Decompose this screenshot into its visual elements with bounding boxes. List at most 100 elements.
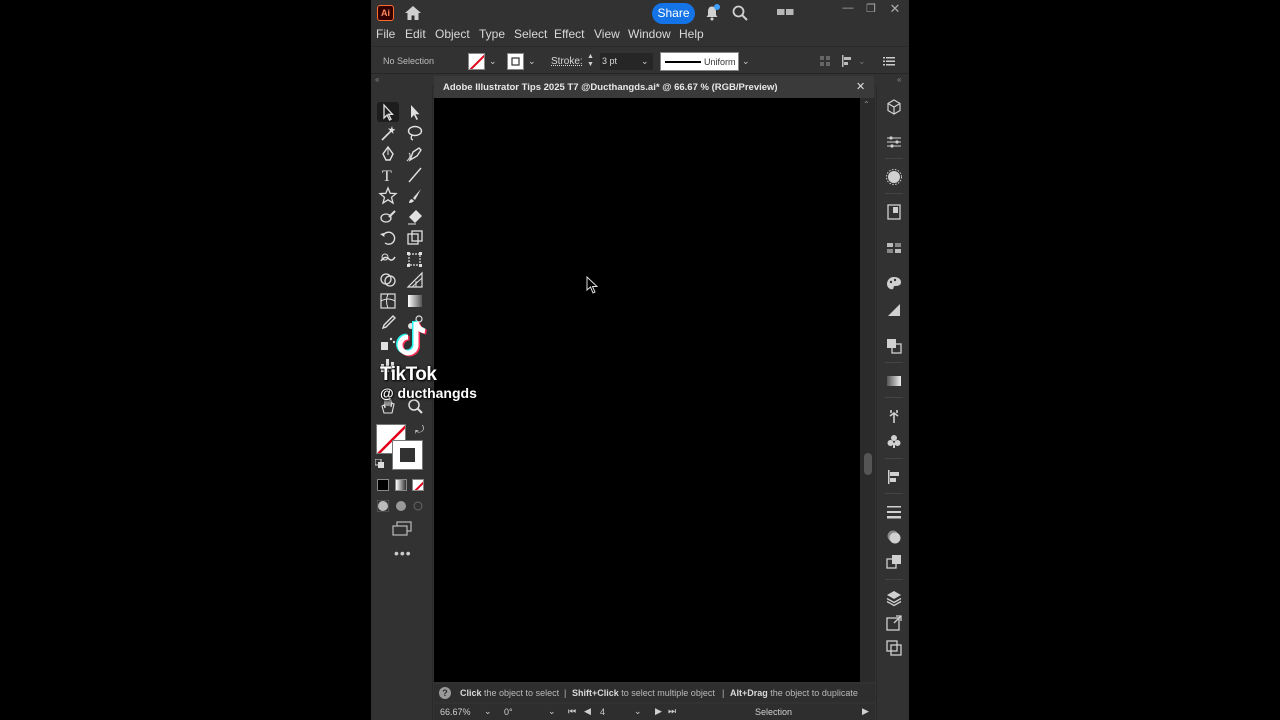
swap-colors-icon[interactable]: ⤾ [415,424,424,437]
export-icon[interactable] [885,614,903,632]
close-document-icon[interactable]: ✕ [856,80,865,93]
align-panel-icon[interactable] [885,468,903,486]
menu-edit[interactable]: Edit [405,27,426,41]
workspace-icon[interactable] [777,8,794,17]
stroke-dropdown-icon[interactable]: ⌄ [528,56,536,67]
align-dropdown-icon[interactable]: ⌄ [858,56,866,67]
last-artboard-icon[interactable]: ⏭ [668,706,676,717]
magic-wand-tool-icon[interactable] [377,123,399,143]
grid-icon[interactable] [819,55,831,67]
puppet-warp-icon[interactable] [885,407,903,425]
menu-view[interactable]: View [594,27,620,41]
help-icon[interactable]: ? [439,687,451,699]
color-guide-icon[interactable] [885,275,903,293]
gradient-tool-icon[interactable] [404,291,426,311]
symbols-icon[interactable] [885,432,903,450]
share-button[interactable]: Share [652,3,695,24]
document-tab[interactable]: Adobe Illustrator Tips 2025 T7 @Ducthang… [434,76,874,98]
stroke-color-box[interactable] [392,440,423,470]
collapse-right-icon[interactable]: « [897,75,901,84]
profile-dropdown-icon[interactable]: ⌄ [742,56,750,67]
3d-materials-icon[interactable] [885,98,903,116]
zoom-dropdown-icon[interactable]: ⌄ [484,706,492,717]
status-menu-icon[interactable]: ▶ [862,706,869,717]
previous-artboard-icon[interactable]: ◀ [584,706,591,717]
artboard-canvas[interactable] [434,98,860,682]
curvature-tool-icon[interactable] [404,144,426,164]
eraser-tool-icon[interactable] [404,207,426,227]
align-icon[interactable] [841,55,853,67]
first-artboard-icon[interactable]: ⏮ [568,706,576,717]
draw-inside-icon[interactable] [412,500,424,512]
tiktok-handle: @ ducthangds [380,385,477,401]
menu-object[interactable]: Object [435,27,470,41]
stroke-weight-dropdown-icon[interactable]: ⌄ [641,56,649,67]
direct-selection-tool-icon[interactable] [404,102,426,122]
selection-tool-icon[interactable] [377,102,399,122]
rotation-dropdown-icon[interactable]: ⌄ [548,706,556,717]
fill-swatch[interactable] [468,53,485,70]
line-tool-icon[interactable] [404,165,426,185]
stroke-spinner-icon[interactable]: ▲ ▼ [586,53,595,70]
home-icon[interactable] [404,5,422,21]
gradient-panel-icon[interactable] [885,301,903,319]
menu-effect[interactable]: Effect [554,27,584,41]
free-transform-tool-icon[interactable] [404,249,426,269]
close-icon[interactable]: ✕ [888,1,902,16]
menu-window[interactable]: Window [628,27,671,41]
lasso-tool-icon[interactable] [404,123,426,143]
artboards-icon[interactable] [885,639,903,657]
appearance-icon[interactable] [885,528,903,546]
search-icon[interactable] [732,5,748,21]
properties-icon[interactable] [885,133,903,151]
scroll-up-icon[interactable]: ⌃ [863,100,870,109]
pen-tool-icon[interactable] [377,144,399,164]
star-tool-icon[interactable] [377,186,399,206]
rotation-value[interactable]: 0° [504,707,513,717]
stroke-weight-icon[interactable] [885,503,903,521]
artboard-number[interactable]: 4 [600,707,605,717]
panel-menu-icon[interactable] [883,55,895,67]
stroke-profile-select[interactable]: Uniform [660,52,739,71]
default-colors-icon[interactable] [375,459,385,469]
mesh-tool-icon[interactable] [377,291,399,311]
zoom-level[interactable]: 66.67% [440,707,471,717]
type-tool-icon[interactable]: T [377,165,399,185]
shaper-tool-icon[interactable] [377,207,399,227]
more-tools-icon[interactable]: ••• [394,545,412,561]
stroke-label[interactable]: Stroke: [551,56,583,67]
draw-behind-icon[interactable] [395,500,407,512]
libraries-icon[interactable] [885,203,903,221]
none-mode-icon[interactable] [412,479,424,491]
layers-icon[interactable] [885,589,903,607]
paintbrush-tool-icon[interactable] [404,186,426,206]
menu-help[interactable]: Help [679,27,704,41]
draw-normal-icon[interactable] [377,500,389,512]
gradient-mode-icon[interactable] [395,479,407,491]
perspective-grid-tool-icon[interactable] [404,270,426,290]
scale-tool-icon[interactable] [404,228,426,248]
menu-file[interactable]: File [376,27,395,41]
stroke-swatch[interactable] [507,53,524,70]
vertical-scrollbar[interactable]: ⌃ ⌄ [860,98,875,693]
screen-mode-icon[interactable] [391,521,413,537]
next-artboard-icon[interactable]: ▶ [655,706,662,717]
warp-tool-icon[interactable] [377,249,399,269]
restore-icon[interactable]: ❐ [864,2,878,16]
swatches-icon[interactable] [885,239,903,257]
color-icon[interactable] [885,168,903,186]
collapse-left-icon[interactable]: « [375,75,379,84]
menu-select[interactable]: Select [514,27,547,41]
stroke-panel-icon[interactable] [885,372,903,390]
rotate-tool-icon[interactable] [377,228,399,248]
color-mode-icon[interactable] [377,479,389,491]
menu-type[interactable]: Type [479,27,505,41]
scrollbar-thumb[interactable] [864,453,872,475]
shape-builder-tool-icon[interactable] [377,270,399,290]
artboard-dropdown-icon[interactable]: ⌄ [634,706,642,717]
transparency-icon[interactable] [885,337,903,355]
fill-dropdown-icon[interactable]: ⌄ [489,56,497,67]
graphic-styles-icon[interactable] [885,553,903,571]
status-mode[interactable]: Selection [755,707,792,717]
minimize-icon[interactable]: — [841,2,855,16]
